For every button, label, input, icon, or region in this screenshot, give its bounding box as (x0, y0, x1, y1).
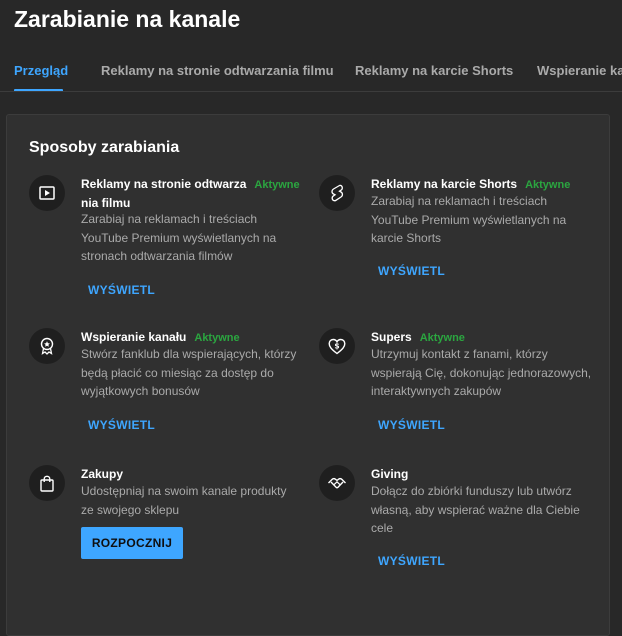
page-title: Zarabianie na kanale (14, 6, 241, 32)
desc-line: wspierają Cię, dokonując jednorazowych, (371, 365, 592, 380)
shorts-icon (319, 175, 355, 211)
view-button[interactable]: WYŚWIETL (88, 418, 155, 432)
svg-text:$: $ (334, 341, 339, 350)
item-description: Stwórz fanklub dla wspierających, którzy… (81, 345, 296, 401)
giving-hands-icon (319, 465, 355, 501)
desc-line: Dołącz do zbiórki funduszy lub utwórz (371, 484, 572, 498)
active-badge: Aktywne (194, 332, 240, 344)
desc-line: własną, aby wspierać ważne dla Ciebie (371, 502, 580, 517)
supers-heart-icon: $ (319, 328, 355, 364)
item-title-line1: Reklamy na stronie odtwarza (81, 177, 247, 191)
desc-line: interaktywnych zakupów (371, 384, 502, 398)
item-description: Utrzymuj kontakt z fanami, którzy wspier… (371, 345, 591, 401)
desc-line: Stwórz fanklub dla wspierających, którzy (81, 347, 297, 361)
desc-line: Udostępniaj na swoim kanale produkty (81, 484, 287, 498)
item-title-line2: nia filmu (81, 196, 131, 210)
item-title-line1: Giving (371, 467, 409, 481)
item-title-line1: Wspieranie kanału (81, 330, 187, 344)
tab-shorts-feed-ads[interactable]: Reklamy na karcie Shorts (355, 63, 513, 78)
desc-line: karcie Shorts (371, 231, 442, 245)
tabs-divider (0, 91, 622, 92)
desc-line: będą płacić co miesiąc za dostęp do (81, 365, 274, 380)
desc-line: Utrzymuj kontakt z fanami, którzy (371, 347, 548, 361)
view-button[interactable]: WYŚWIETL (378, 418, 445, 432)
view-button[interactable]: WYŚWIETL (378, 554, 445, 568)
item-description: Zarabiaj na reklamach i treściach YouTub… (371, 192, 566, 248)
membership-badge-icon (29, 328, 65, 364)
item-title-line1: Supers (371, 330, 412, 344)
view-button[interactable]: WYŚWIETL (88, 283, 155, 297)
item-description: Zarabiaj na reklamach i treściach YouTub… (81, 210, 276, 266)
active-badge: Aktywne (419, 332, 465, 344)
item-title: Reklamy na stronie odtwarza Aktywne nia f… (81, 175, 311, 212)
section-title: Sposoby zarabiania (29, 139, 180, 156)
play-icon (29, 175, 65, 211)
desc-line: Zarabiaj na reklamach i treściach (371, 194, 548, 208)
tab-overview[interactable]: Przegląd (14, 63, 68, 78)
desc-line: YouTube Premium wyświetlanych na (81, 230, 277, 245)
shopping-bag-icon (29, 465, 65, 501)
item-title-line1: Zakupy (81, 467, 124, 481)
active-badge: Aktywne (254, 179, 300, 191)
view-button[interactable]: WYŚWIETL (378, 264, 445, 278)
desc-line: ze swojego sklepu (81, 502, 180, 517)
desc-line: Zarabiaj na reklamach i treściach (81, 212, 258, 226)
item-description: Udostępniaj na swoim kanale produkty ze … (81, 482, 286, 519)
tab-watch-page-ads[interactable]: Reklamy na stronie odtwarzania filmu (101, 63, 334, 78)
tab-memberships[interactable]: Wspieranie kanału (537, 63, 622, 78)
item-title: Giving (371, 465, 611, 483)
start-button[interactable]: ROZPOCZNIJ (81, 527, 183, 559)
active-badge: Aktywne (525, 179, 571, 191)
item-title-line1: Reklamy na karcie Shorts (371, 177, 518, 191)
item-description: Dołącz do zbiórki funduszy lub utwórz wł… (371, 482, 580, 538)
desc-line: stronach odtwarzania filmów (81, 249, 233, 263)
desc-line: YouTube Premium wyświetlanych na (371, 212, 567, 227)
desc-line: cele (371, 521, 394, 535)
item-title: Zakupy (81, 465, 311, 483)
desc-line: wyjątkowych bonusów (81, 384, 200, 398)
tab-bar: Przegląd Reklamy na stronie odtwarzania … (0, 56, 622, 92)
